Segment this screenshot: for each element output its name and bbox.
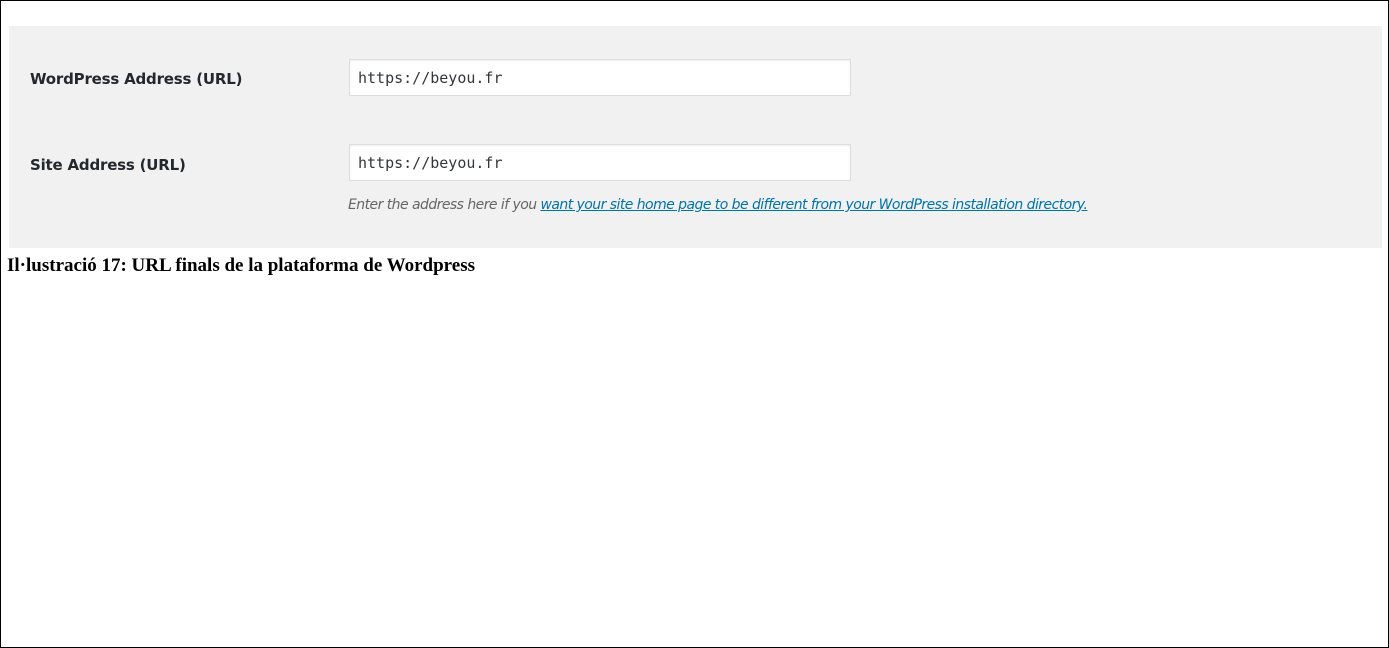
general-settings-panel: WordPress Address (URL) Site Address (UR… — [9, 26, 1382, 248]
site-address-label: Site Address (URL) — [30, 156, 186, 174]
different-directory-link[interactable]: want your site home page to be different… — [540, 197, 1088, 213]
site-address-input[interactable] — [349, 144, 851, 181]
description-text: Enter the address here if you — [348, 197, 541, 213]
figure-caption: Il·lustració 17: URL finals de la plataf… — [7, 255, 475, 276]
wordpress-address-label: WordPress Address (URL) — [30, 70, 243, 88]
document-frame: WordPress Address (URL) Site Address (UR… — [0, 0, 1389, 648]
site-address-description: Enter the address here if you want your … — [348, 197, 1088, 213]
wordpress-address-input[interactable] — [349, 59, 851, 96]
